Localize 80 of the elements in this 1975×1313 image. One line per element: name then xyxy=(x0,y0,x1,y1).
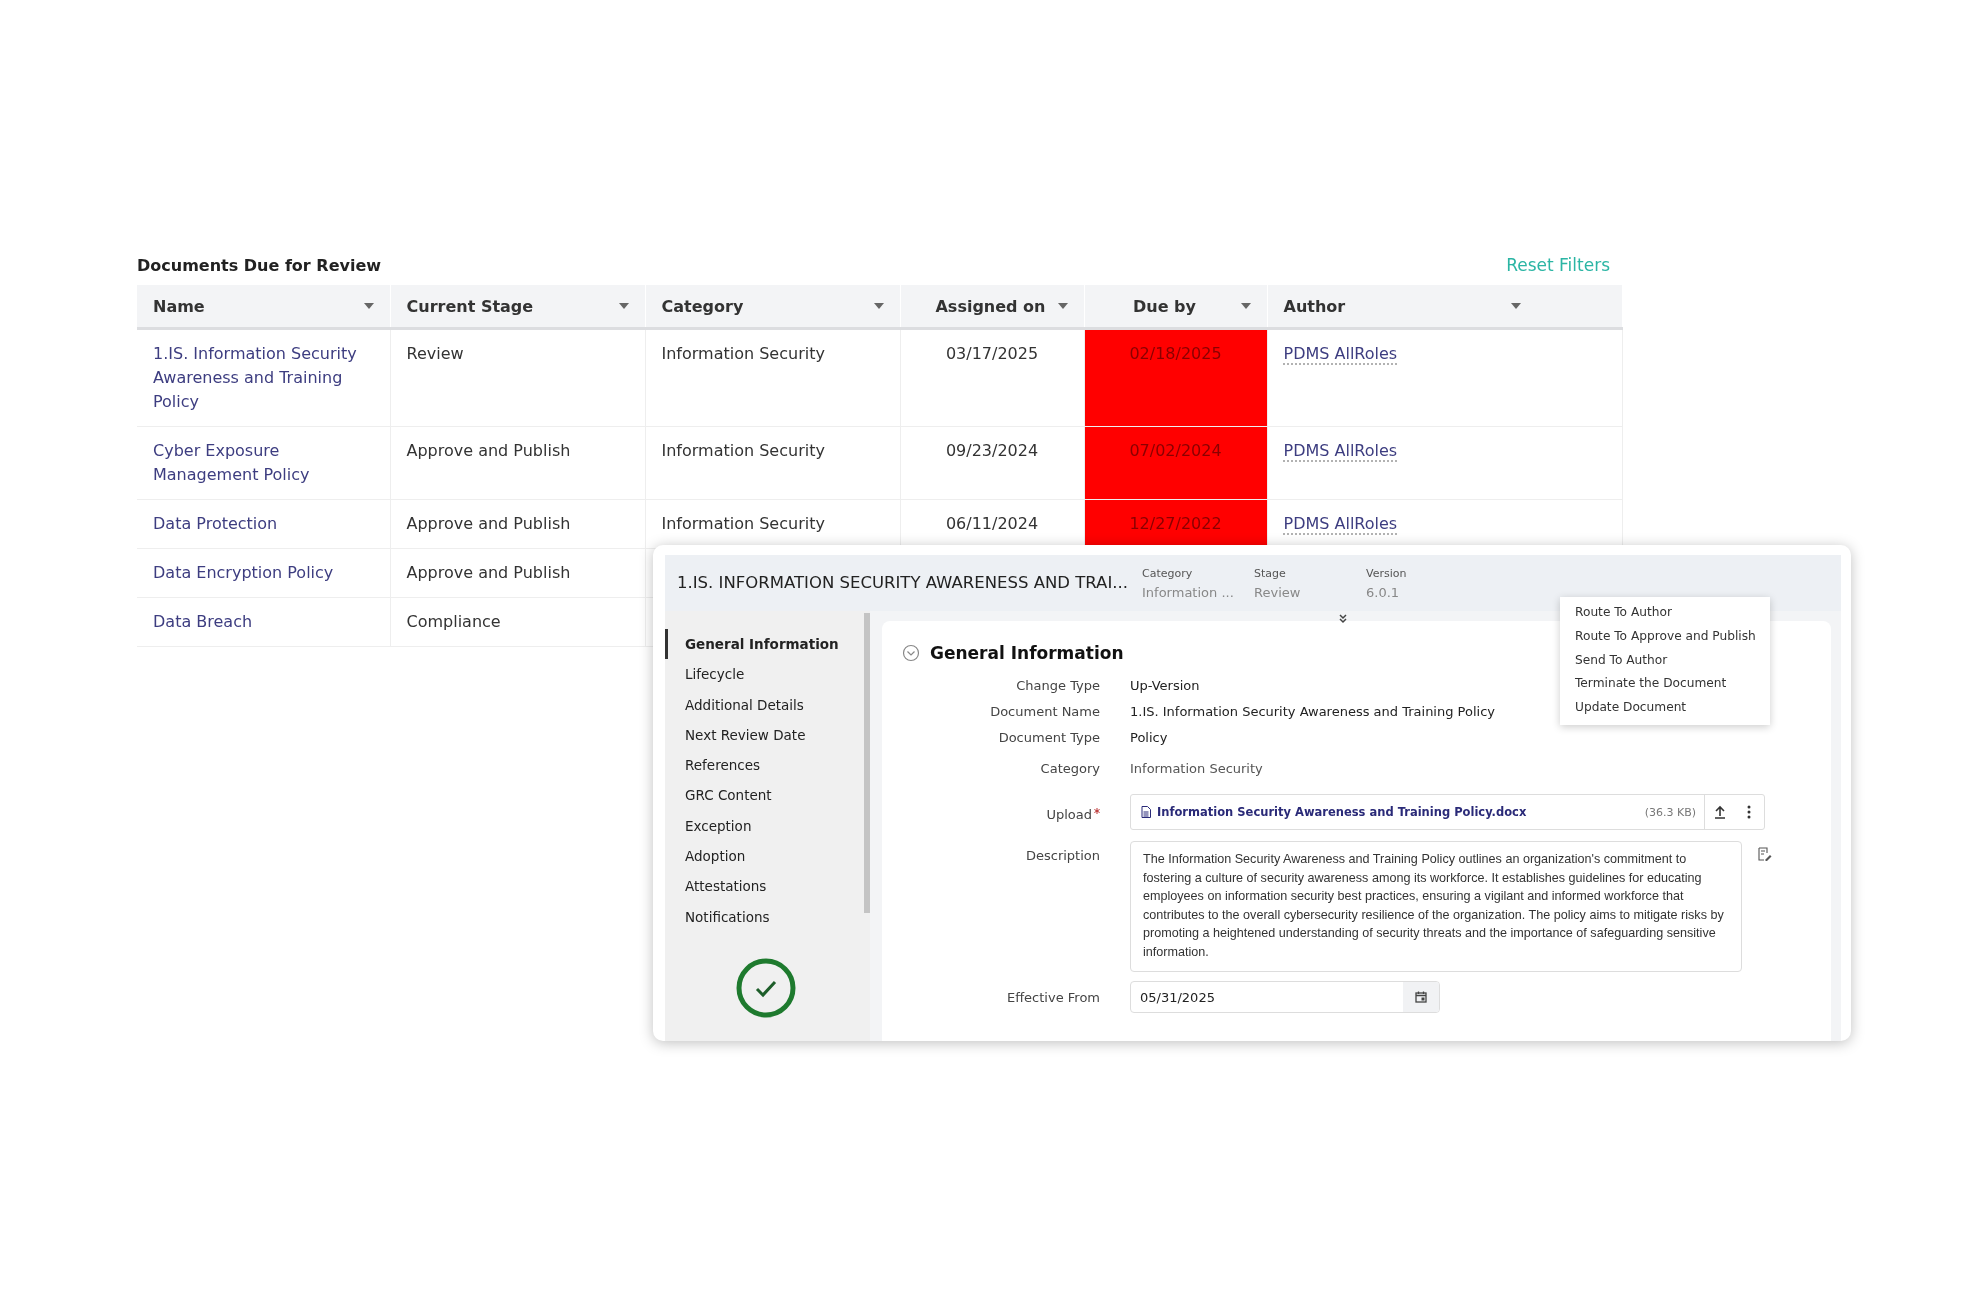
field-label: Change Type xyxy=(1016,678,1100,693)
field-label: Description xyxy=(1025,848,1100,863)
filter-caret-icon[interactable] xyxy=(618,303,629,309)
column-header[interactable]: Due by xyxy=(1084,285,1267,329)
nav-item[interactable]: References xyxy=(665,750,857,781)
meta-label: Stage xyxy=(1254,566,1287,582)
author-link[interactable]: PDMS AllRoles xyxy=(1283,344,1398,363)
nav-item[interactable]: Attestations xyxy=(665,871,857,902)
date-field[interactable]: 05/31/2025 xyxy=(1130,981,1440,1013)
author-link[interactable]: PDMS AllRoles xyxy=(1283,514,1398,533)
meta-value: Review xyxy=(1254,584,1302,602)
field-label: Effective From xyxy=(1006,990,1100,1005)
menu-item[interactable]: Route To Approve and Publish xyxy=(1560,624,1770,649)
nav-item[interactable]: Notifications xyxy=(665,901,857,932)
table-cell: Information Security xyxy=(645,328,900,427)
filter-caret-icon[interactable] xyxy=(363,303,374,309)
meta-label: Category xyxy=(1142,566,1194,582)
column-header[interactable]: Category xyxy=(645,285,900,329)
table-cell: Information Security xyxy=(645,426,900,500)
column-header[interactable]: Current Stage xyxy=(390,285,645,329)
due-date-cell: 07/02/2024 xyxy=(1084,426,1267,500)
meta-value: 6.0.1 xyxy=(1366,584,1401,602)
document-name-link[interactable]: Data Encryption Policy xyxy=(137,548,390,598)
table-cell: Approve and Publish xyxy=(390,426,645,500)
table-cell: Approve and Publish xyxy=(390,548,645,598)
upload-field[interactable]: Information Security Awareness and Training Policy.docx (36.3 KB) xyxy=(1130,794,1765,830)
due-date-cell: 02/18/2025 xyxy=(1084,328,1267,427)
description-field[interactable]: The Information Security Awareness and Training Policy outlines an organization's commitment to fostering a culture of security awareness among its workforce. It establishes guidelines for educating employees on information security best practices, ensuring a vigilant and informed workforce that contributes to the overall cybersecurity resilience of the organization. The policy aims to mitigate risks by promoting a heightened understanding of security threats and the importance of safeguarding sensitive information. xyxy=(1130,841,1742,972)
column-header[interactable]: Assigned on xyxy=(900,285,1084,329)
nav-item[interactable]: Exception xyxy=(665,810,857,842)
nav-item[interactable]: Next Review Date xyxy=(665,719,857,751)
table-cell: 03/17/2025 xyxy=(900,328,1084,427)
menu-item[interactable]: Terminate the Document xyxy=(1560,672,1770,697)
document-name-link[interactable]: Data Protection xyxy=(137,499,390,549)
table-cell: 09/23/2024 xyxy=(900,426,1084,500)
file-icon xyxy=(1141,806,1151,818)
field-label: Document Name xyxy=(990,704,1100,719)
upload-icon xyxy=(1713,805,1726,819)
document-name-link[interactable]: 1.IS. Information Security Awareness and Training Policy xyxy=(137,328,390,427)
field-label: Category xyxy=(1040,761,1100,776)
table-cell: Approve and Publish xyxy=(390,499,645,549)
expand-icon[interactable] xyxy=(1337,614,1349,624)
document-title: 1.IS. INFORMATION SECURITY AWARENESS AND TRAI... xyxy=(677,572,1128,594)
filter-caret-icon[interactable] xyxy=(1240,303,1251,309)
document-name-link[interactable]: Data Breach xyxy=(137,597,390,647)
scrollbar-thumb[interactable] xyxy=(864,613,870,913)
table-cell: Compliance xyxy=(390,597,645,647)
menu-item[interactable]: Route To Author xyxy=(1560,601,1770,625)
column-header[interactable]: Author xyxy=(1267,285,1622,329)
table-title: Documents Due for Review xyxy=(137,255,382,275)
meta-value: Information ... xyxy=(1142,584,1235,602)
file-size: (36.3 KB) xyxy=(1644,805,1696,819)
section-title: General Information xyxy=(930,643,1124,663)
nav-item[interactable]: Adoption xyxy=(665,841,857,872)
filter-caret-icon[interactable] xyxy=(1510,303,1521,309)
field-label: Document Type xyxy=(998,730,1100,745)
collapse-icon[interactable] xyxy=(902,644,920,662)
nav-item[interactable]: General Information xyxy=(665,629,857,660)
edit-icon[interactable] xyxy=(1758,847,1772,861)
file-link[interactable]: Information Security Awareness and Training Policy.docx xyxy=(1157,805,1645,819)
column-header[interactable]: Name xyxy=(137,285,390,329)
nav-item[interactable]: GRC Content xyxy=(665,780,857,811)
meta-label: Version xyxy=(1366,566,1408,582)
field-value: Information Security xyxy=(1130,761,1263,776)
filter-caret-icon[interactable] xyxy=(873,303,884,309)
table-cell: Review xyxy=(390,328,645,427)
filter-caret-icon[interactable] xyxy=(1057,303,1068,309)
document-name-link[interactable]: Cyber Exposure Management Policy xyxy=(137,426,390,500)
author-link[interactable]: PDMS AllRoles xyxy=(1283,441,1398,460)
field-value: Policy xyxy=(1130,730,1168,745)
menu-item[interactable]: Send To Author xyxy=(1560,648,1770,673)
nav-item[interactable]: Additional Details xyxy=(665,689,857,720)
field-value: Up-Version xyxy=(1130,678,1200,693)
field-value: 1.IS. Information Security Awareness and Training Policy xyxy=(1130,704,1495,719)
nav-item[interactable]: Lifecycle xyxy=(665,659,857,690)
menu-item[interactable]: Update Document xyxy=(1560,696,1770,720)
field-label: Upload xyxy=(1046,807,1092,823)
calendar-icon[interactable] xyxy=(1415,991,1427,1003)
check-circle-icon xyxy=(735,957,797,1019)
kebab-icon xyxy=(1747,805,1751,819)
